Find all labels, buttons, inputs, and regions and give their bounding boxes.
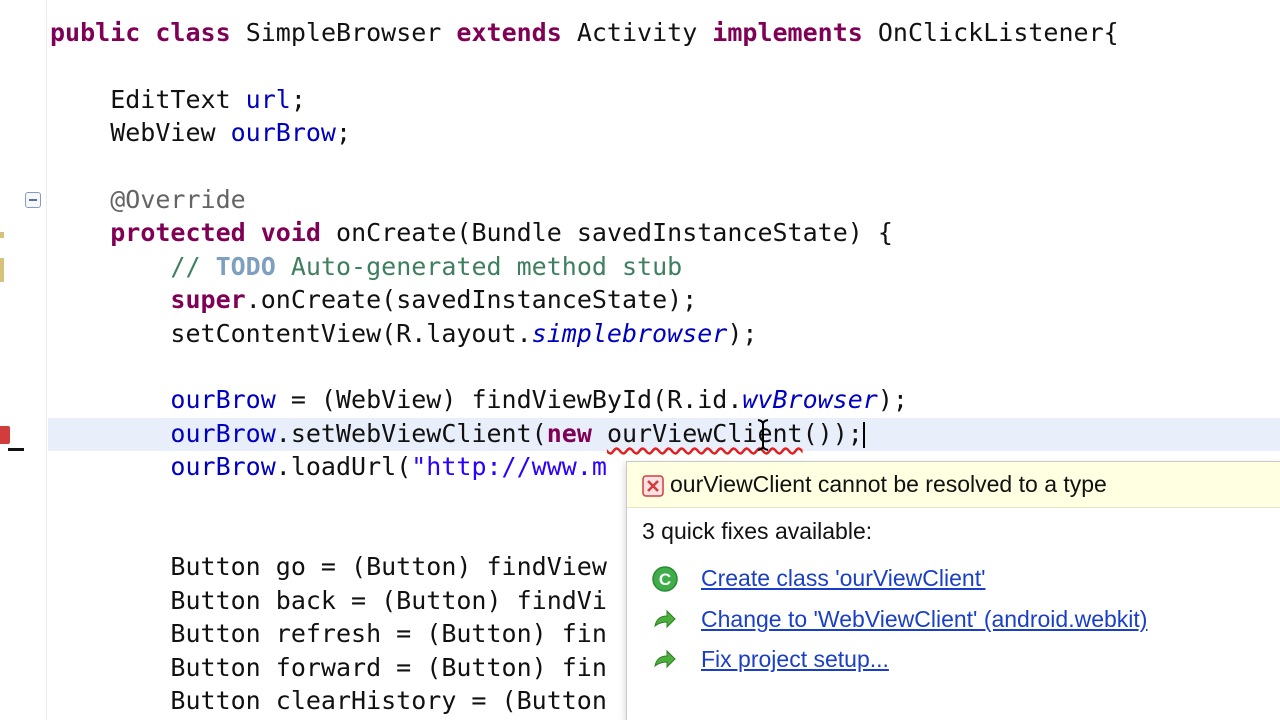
code-token: Button clearHistory = (Button [50,686,607,715]
ibeam-cursor-icon [757,419,769,451]
code-token: ); [877,385,908,415]
quick-fix-link[interactable]: Change to 'WebViewClient' (android.webki… [701,604,1147,634]
code-token: url [245,84,291,114]
code-token: .setWebViewClient( [275,418,547,448]
code-token: ()); [802,418,863,448]
code-line[interactable]: Button clearHistory = (Button [50,684,607,717]
insertion-marker [8,448,24,451]
code-token: implements [712,18,863,47]
create-class-icon: C [652,566,678,592]
code-line[interactable]: EditText url; [50,83,306,116]
code-token: Activity [561,18,713,47]
overview-marker [0,258,4,282]
code-token: // [170,251,216,281]
unresolved-type-token: ourViewClient [606,418,803,448]
overview-marker [0,232,4,238]
code-token: .onCreate(savedInstanceState); [245,285,698,315]
code-token: .loadUrl( [275,452,412,482]
code-token: WebView [50,118,231,148]
editor-gutter [0,0,47,720]
change-type-icon [654,609,676,629]
code-line[interactable]: setContentView(R.layout.simplebrowser); [50,317,757,350]
code-token: protected [110,218,246,248]
code-token: ourBrow [230,118,336,148]
text-caret [863,422,865,448]
code-token: ourBrow [170,418,276,448]
code-line[interactable]: ourBrow.loadUrl("http://www.m [50,450,607,483]
code-line[interactable]: public class SimpleBrowser extends Activ… [50,16,1119,49]
code-token: extends [456,18,562,47]
code-token: wvBrowser [742,385,878,415]
popup-header: ourViewClient cannot be resolved to a ty… [627,462,1280,508]
code-line[interactable]: WebView ourBrow; [50,116,351,149]
code-token: ; [290,84,306,114]
error-message: ourViewClient cannot be resolved to a ty… [670,471,1107,497]
code-line[interactable]: // TODO Auto-generated method stub [50,250,682,283]
code-token: OnClickListener{ [862,18,1119,47]
error-marker-icon[interactable] [0,426,10,444]
code-token: SimpleBrowser [230,18,457,47]
code-token: Button back = (Button) findVi [50,585,607,615]
code-line[interactable]: Button back = (Button) findVi [50,584,607,617]
quick-fix-item[interactable]: C Create class 'ourViewClient' [627,561,1280,597]
svg-text:C: C [659,570,671,589]
code-token: super [170,285,246,315]
code-line[interactable]: Button refresh = (Button) fin [50,617,607,650]
quick-fix-link[interactable]: Create class 'ourViewClient' [701,563,985,593]
code-token: ourBrow [170,385,276,415]
quick-fix-item[interactable]: Change to 'WebViewClient' (android.webki… [627,602,1280,638]
code-token: Auto-generated method stub [275,251,683,281]
code-editor[interactable]: public class SimpleBrowser extends Activ… [0,0,1280,720]
code-line[interactable]: super.onCreate(savedInstanceState); [50,283,697,316]
code-token: = (WebView) findViewById(R.id. [275,385,743,415]
code-token: public [50,18,141,47]
collapse-fold-icon[interactable] [25,192,41,208]
fix-setup-icon [654,649,676,669]
code-token: simplebrowser [531,318,728,348]
code-token: ); [727,318,758,348]
quick-fix-popup[interactable]: ourViewClient cannot be resolved to a ty… [626,461,1280,720]
code-token: @Override [110,185,246,214]
code-token: "http://www.m [411,452,607,482]
quick-fix-item[interactable]: Fix project setup... [627,642,1280,678]
code-line[interactable]: ourBrow = (WebView) findViewById(R.id.wv… [50,383,908,416]
code-token: Button go = (Button) findView [50,552,607,582]
code-token: void [260,218,321,248]
code-line[interactable]: protected void onCreate(Bundle savedInst… [50,216,893,249]
code-token: TODO [215,251,276,281]
code-line[interactable]: Button go = (Button) findView [50,550,607,583]
code-line[interactable]: Button forward = (Button) fin [50,651,607,684]
code-line[interactable]: @Override [50,183,246,216]
quick-fixes-title: 3 quick fixes available: [642,518,873,544]
code-token: class [155,18,231,47]
error-icon [642,475,664,497]
code-token: ; [335,118,352,148]
code-token: Button forward = (Button) fin [50,652,607,682]
quick-fix-link[interactable]: Fix project setup... [701,644,889,674]
code-token: new [546,418,592,448]
code-token: onCreate(Bundle savedInstanceState) { [320,218,893,248]
code-token: ourBrow [170,452,276,482]
code-token: setContentView(R.layout. [50,318,532,348]
code-line[interactable]: ourBrow.setWebViewClient(new ourViewClie… [50,417,863,450]
code-token: EditText [50,84,246,114]
code-token: Button refresh = (Button) fin [50,619,607,649]
